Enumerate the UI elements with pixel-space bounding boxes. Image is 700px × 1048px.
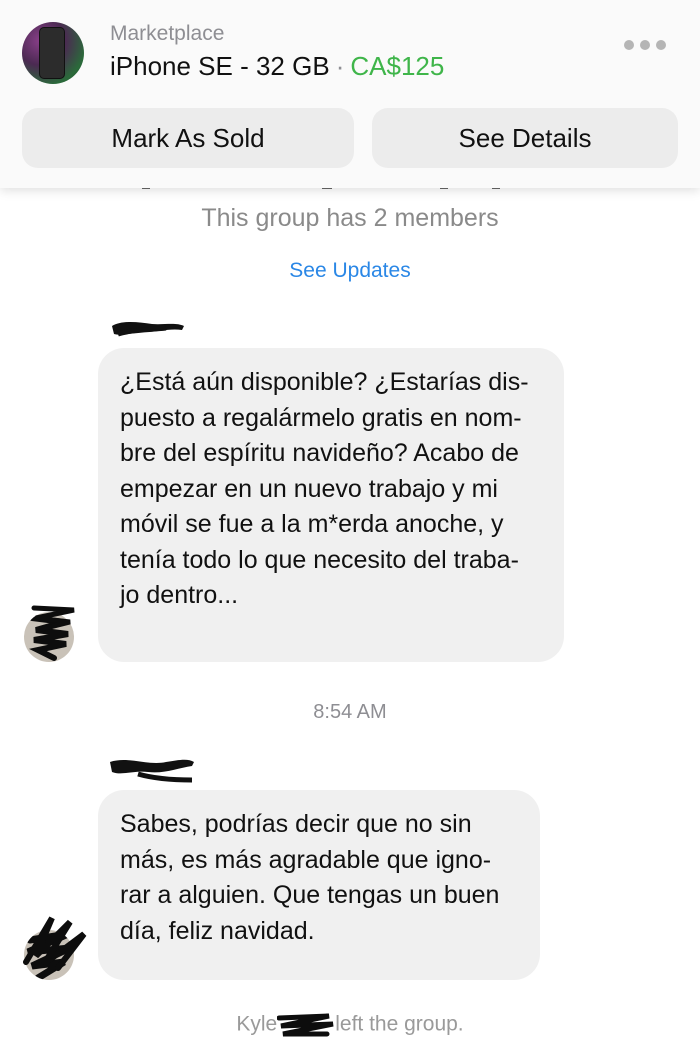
redacted-avatar-scribble <box>23 916 87 971</box>
redacted-last-name <box>277 1013 334 1037</box>
group-members-text: This group has 2 members <box>201 204 499 232</box>
mark-as-sold-button[interactable]: Mark As Sold <box>22 108 354 168</box>
see-updates-link[interactable]: See Updates <box>0 259 700 283</box>
listing-title[interactable]: iPhone SE - 32 GB · CA$125 <box>110 51 444 82</box>
item-price: CA$125 <box>350 51 445 81</box>
left-group-text: left the group. <box>335 1012 464 1036</box>
phone-image <box>40 28 64 78</box>
ellipsis-icon[interactable] <box>624 40 666 50</box>
title-separator: · <box>335 51 345 81</box>
message-timestamp: 8:54 AM <box>313 701 387 723</box>
listing-thumbnail[interactable] <box>22 22 84 84</box>
marketplace-header: Marketplace iPhone SE - 32 GB · CA$125 Mar… <box>0 0 700 188</box>
item-title: iPhone SE - 32 GB <box>110 51 330 81</box>
member-name: Kyle <box>236 1012 278 1036</box>
redacted-avatar-name <box>31 605 75 633</box>
left-group-notice: Kyle left the group. <box>0 1012 700 1038</box>
message-bubble[interactable]: Sabes, podrías decir que no sin más, es … <box>98 790 540 980</box>
see-details-button[interactable]: See Details <box>372 108 678 168</box>
message-bubble[interactable]: ¿Está aún disponible? ¿Estarías dis- pue… <box>98 348 564 662</box>
redacted-sender-name <box>112 322 184 337</box>
marketplace-label: Marketplace <box>110 22 225 45</box>
redacted-sender-name <box>110 759 194 783</box>
